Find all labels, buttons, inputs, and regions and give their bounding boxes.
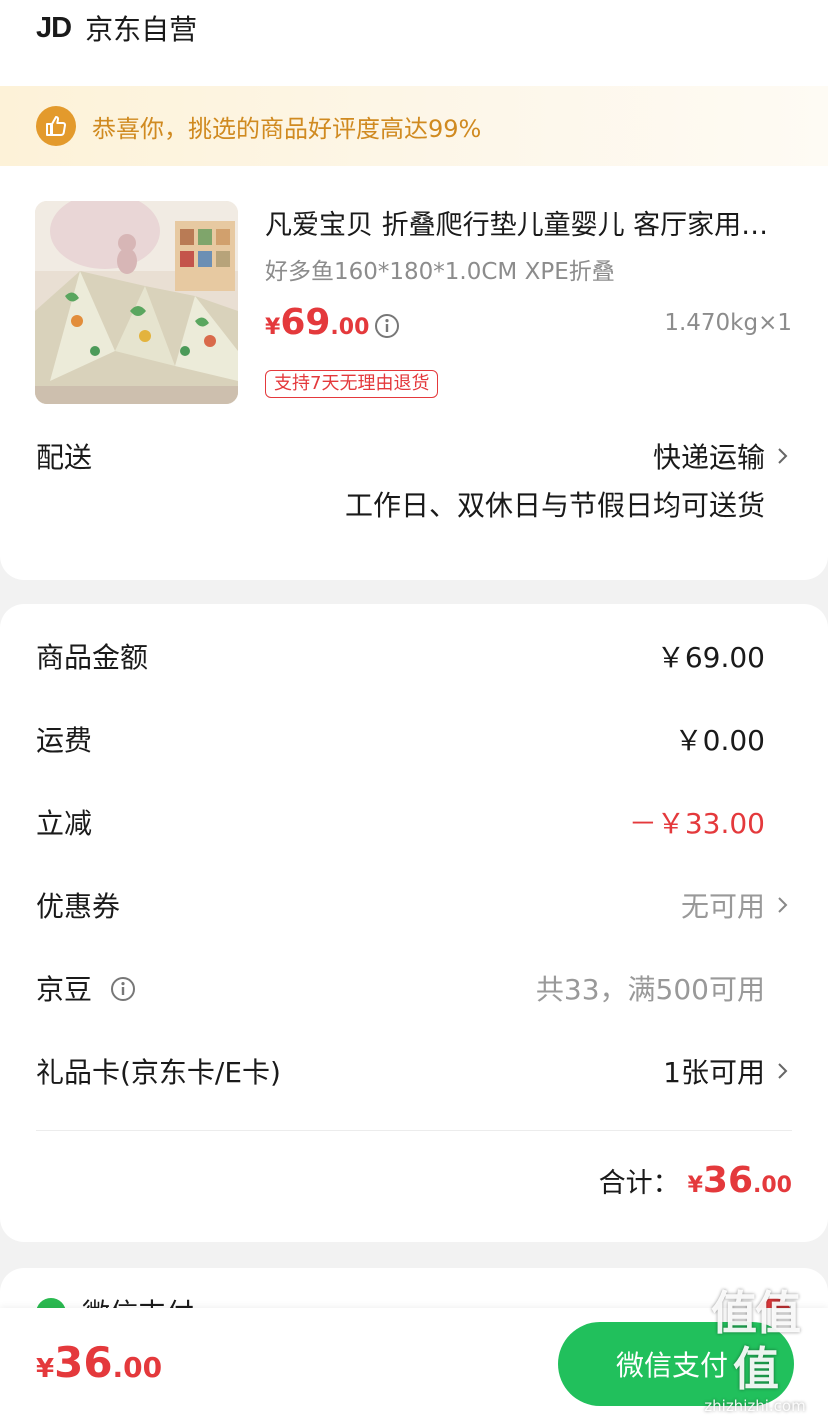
- summary-value: ￥0.00: [674, 724, 765, 757]
- chevron-right-icon[interactable]: [776, 445, 790, 467]
- product-spec: 好多鱼160*180*1.0CM XPE折叠: [265, 259, 615, 285]
- rating-banner: 恭喜你，挑选的商品好评度高达99%: [0, 86, 828, 166]
- product-image[interactable]: [35, 201, 238, 404]
- summary-label: 优惠券: [36, 890, 121, 923]
- summary-row-discount: 立减 －￥33.00: [36, 802, 792, 842]
- summary-value: －￥33.00: [628, 807, 765, 840]
- chevron-right-icon[interactable]: [776, 1060, 790, 1082]
- summary-row-gift-card[interactable]: 礼品卡(京东卡/E卡) 1张可用: [36, 1051, 792, 1091]
- summary-label: 运费: [36, 724, 93, 757]
- checkout-decimal: .00: [112, 1351, 163, 1384]
- delivery-note: 工作日、双休日与节假日均可送货: [344, 489, 765, 522]
- product-weight-quantity: 1.470kg×1: [664, 310, 792, 336]
- watermark-url: zhizhizhi.com: [704, 1397, 806, 1415]
- total-integer: 36: [702, 1160, 754, 1201]
- watermark-logo: 值值值: [711, 1286, 801, 1396]
- checkout-currency: ¥: [36, 1354, 55, 1384]
- summary-label: 礼品卡(京东卡/E卡): [36, 1056, 281, 1089]
- summary-label: 立减: [36, 807, 93, 840]
- summary-divider: [36, 1130, 792, 1131]
- price-integer: 69: [280, 302, 331, 343]
- chevron-right-icon[interactable]: [776, 894, 790, 916]
- jd-beans-info-icon[interactable]: [110, 976, 136, 1002]
- site-watermark: 值值值 zhizhizhi.com: [690, 1285, 820, 1415]
- price-summary-card: 商品金额 ￥69.00 运费 ￥0.00 立减 －￥33.00 优惠券 无可用 …: [0, 604, 828, 1242]
- product-title[interactable]: 凡爱宝贝 折叠爬行垫儿童婴儿 客厅家用XPE: [265, 203, 775, 242]
- order-item-card: JD 京东自营 恭喜你，挑选的商品好评度高达99% 凡爱宝贝 折叠爬行垫儿童婴儿…: [0, 0, 828, 580]
- rating-banner-text: 恭喜你，挑选的商品好评度高达99%: [92, 114, 482, 143]
- store-header[interactable]: JD 京东自营: [36, 8, 197, 48]
- total-label: 合计：: [598, 1168, 680, 1199]
- jd-logo: JD: [36, 11, 72, 44]
- summary-row-jd-beans: 京豆 共33，满500可用: [36, 968, 792, 1008]
- price-currency: ¥: [265, 315, 281, 340]
- product-price: ¥ 69 .00: [265, 302, 369, 346]
- summary-value: 1张可用: [663, 1056, 765, 1089]
- checkout-price: ¥ 36 .00: [36, 1338, 162, 1387]
- price-decimal: .00: [330, 315, 370, 340]
- summary-value: ￥69.00: [656, 641, 765, 674]
- summary-value: 无可用: [680, 890, 765, 923]
- summary-label: 商品金额: [36, 641, 149, 674]
- return-policy-tag: 支持7天无理由退货: [265, 370, 439, 398]
- summary-value: 共33，满500可用: [535, 973, 765, 1006]
- checkout-integer: 36: [54, 1338, 113, 1387]
- order-total: 合计： ¥ 36 .00: [599, 1160, 792, 1201]
- total-decimal: .00: [753, 1173, 792, 1198]
- summary-row-coupon[interactable]: 优惠券 无可用: [36, 885, 792, 925]
- delivery-method[interactable]: 快递运输: [653, 436, 765, 476]
- delivery-label: 配送: [36, 441, 93, 474]
- thumbs-up-icon: [36, 106, 76, 146]
- store-name: 京东自营: [85, 13, 198, 46]
- summary-row-goods-amount: 商品金额 ￥69.00: [36, 636, 792, 676]
- price-info-icon[interactable]: [374, 313, 400, 339]
- summary-label: 京豆: [36, 973, 93, 1006]
- summary-row-shipping: 运费 ￥0.00: [36, 719, 792, 759]
- total-currency: ¥: [687, 1173, 703, 1198]
